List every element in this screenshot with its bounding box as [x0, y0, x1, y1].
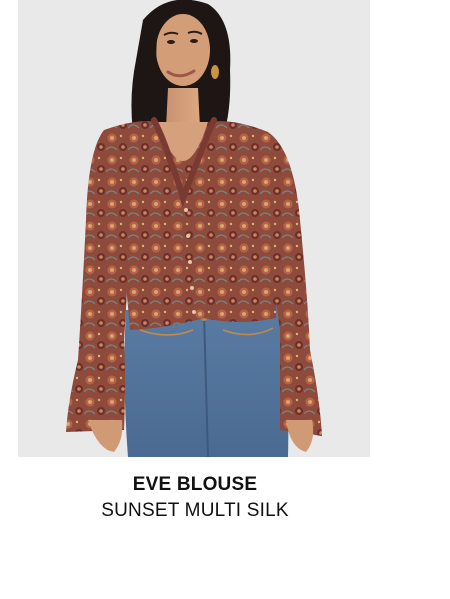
- product-name[interactable]: EVE BLOUSE: [0, 474, 390, 496]
- product-image[interactable]: [18, 0, 370, 457]
- product-color: SUNSET MULTI SILK: [101, 500, 289, 521]
- model-photo: [18, 0, 370, 457]
- product-card: EVE BLOUSE SUNSET MULTI SILK: [0, 0, 450, 599]
